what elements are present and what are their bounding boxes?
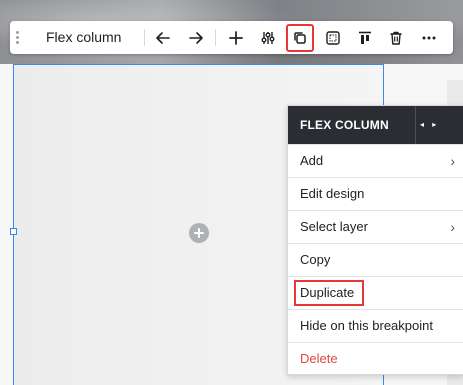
- menu-item-label: Hide on this breakpoint: [300, 318, 433, 333]
- header-divider: [415, 106, 416, 144]
- menu-item-label: Delete: [300, 351, 338, 366]
- align-top-icon[interactable]: [353, 26, 377, 50]
- duplicate-icon[interactable]: [286, 24, 314, 52]
- add-icon[interactable]: [224, 26, 248, 50]
- add-element-button[interactable]: [189, 223, 209, 243]
- resize-handle-left[interactable]: [10, 228, 17, 235]
- delete-trash-icon[interactable]: [384, 26, 408, 50]
- menu-item-hide-on-breakpoint[interactable]: Hide on this breakpoint: [288, 309, 463, 342]
- chevron-right-icon: ›: [450, 219, 455, 235]
- menu-item-copy[interactable]: Copy: [288, 243, 463, 276]
- menu-item-add[interactable]: Add ›: [288, 144, 463, 177]
- chevron-right-icon: ›: [450, 153, 455, 169]
- select-frame-icon[interactable]: [321, 26, 345, 50]
- highlight-box: [294, 280, 364, 306]
- navigate-arrows-icon[interactable]: ◂ ▸: [420, 106, 439, 144]
- adjust-settings-icon[interactable]: [256, 26, 280, 50]
- menu-item-edit-design[interactable]: Edit design: [288, 177, 463, 210]
- menu-item-label: Edit design: [300, 186, 365, 201]
- menu-item-delete[interactable]: Delete: [288, 342, 463, 375]
- menu-item-select-layer[interactable]: Select layer ›: [288, 210, 463, 243]
- menu-item-label: Add: [300, 153, 324, 168]
- toolbar-title[interactable]: Flex column: [46, 21, 121, 54]
- menu-item-label: Copy: [300, 252, 331, 267]
- element-toolbar: Flex column: [10, 21, 453, 54]
- menu-item-duplicate[interactable]: Duplicate: [288, 276, 463, 309]
- more-options-icon[interactable]: [417, 26, 441, 50]
- context-menu: FLEX COLUMN ◂ ▸ Add › Edit design Select…: [287, 105, 463, 375]
- context-menu-title: FLEX COLUMN: [300, 118, 389, 132]
- drag-handle-icon[interactable]: [16, 31, 19, 45]
- context-menu-header: FLEX COLUMN ◂ ▸: [288, 106, 463, 144]
- forward-arrow-icon[interactable]: [184, 26, 208, 50]
- toolbar-divider: [215, 29, 216, 46]
- menu-item-label: Select layer: [300, 219, 368, 234]
- back-arrow-icon[interactable]: [151, 26, 175, 50]
- toolbar-divider: [144, 29, 145, 46]
- plus-icon: [194, 228, 204, 238]
